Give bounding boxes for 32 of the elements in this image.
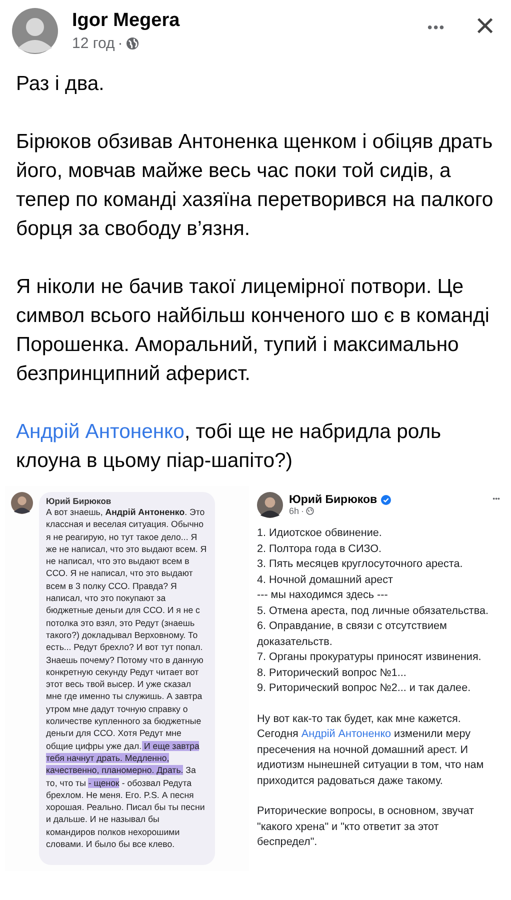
more-button[interactable]: ••• <box>423 18 450 34</box>
globe-icon <box>306 507 314 515</box>
post-paragraph: Раз і два. <box>16 72 106 97</box>
profile-link[interactable]: Андрій Антоненко <box>16 421 184 443</box>
post-time: 6h <box>289 506 300 516</box>
list-line: 7. Органы прокуратуры приносят извинения. <box>257 650 482 665</box>
post-paragraph: Риторические вопросы, в основном, звучат "какого хрена" и "кто ответит за этот беспредел". <box>257 804 475 850</box>
list-line: 3. Пять месяцев круглосуточного ареста. <box>257 557 464 572</box>
avatar-icon[interactable] <box>12 8 58 54</box>
post-time[interactable]: 12 год <box>72 34 115 52</box>
list-line: 4. Ночной домашний арест <box>257 572 394 588</box>
list-line: 6. Оправдание, в связи с отсутствием доказательств. <box>257 619 448 650</box>
author-name[interactable]: Igor Megera <box>72 10 424 32</box>
sender-name: Юрий Бирюков <box>46 496 112 506</box>
list-line: 5. Отмена ареста, под личные обязательства. <box>257 604 490 618</box>
avatar-icon <box>11 492 33 514</box>
list-line: 1. Идиотское обвинение. <box>257 526 383 541</box>
list-line: --- мы находимся здесь --- <box>257 588 389 603</box>
post-paragraph: Я ніколи не бачив такої лицемірної потвори. Це символ всього найбільш конченого шо є в команді Порошенка. Аморальний, тупий і максимально безпринципний аферист. <box>16 275 490 387</box>
list-line: 9. Риторический вопрос №2... и так далее. <box>257 681 472 696</box>
close-button[interactable]: × <box>471 8 499 42</box>
author-name: Юрий Бирюков <box>289 494 378 506</box>
globe-icon <box>126 36 139 50</box>
post-paragraph: Бірюков обзивав Антоненка щенком і обіцяв драть його, мовчав майже весь час поки той сидів, а тепер по команді хазяїна перетворився на палкого борця за свободу в’язня. <box>16 130 494 242</box>
list-line: 2. Полтора года в СИЗО. <box>257 542 383 556</box>
message-text: А вот знаешь, Андрій Антоненко. Это классная и веселая ситуация. Обычно я не реагирую, но тут такое дело... Я же не написал, что это выдают всем. Я не написал, что это выдают всем в ССО. Я не написал, что это выдают всем в 3 полку ССО. Правда? Я написал, что это покупают за бюджетные деньги для ССО. И я не с потолка это взял, это Редут (знаешь такого?) докладывал Верховному. То есть... Редут брехло? И вот тут попал. Знаешь почему? Потому что в данную конкретную секунду Редут читает вот этот весь твой высер. И уже сказал мне где именно ты служишь. А завтра утром мне дадут точную справку о количестве купленного за бюджетные деньги для ССО. Хотя Редут мне общие цифры уже дал. И еще завтра тебя начнут драть. Медленно, качественно, планомерно. Драть. За то, что ты - щенок - обозвал Редута брехлом. Не меня. Его. P.S. А песня хорошая. Реально. Писал бы ты песни и дальше. И не называл бы командиров полков нехорошими словами. И было бы все клево. <box>46 506 208 850</box>
list-line: 8. Риторический вопрос №1... <box>257 666 408 680</box>
separator-dot: · <box>118 34 123 52</box>
avatar-icon <box>257 492 283 518</box>
separator-dot: · <box>301 506 304 516</box>
post-paragraph: Ну вот как-то так будет, как мне кажется. Сегодня Андрій Антоненко изменили меру пресечения на ночной домашний арест. И идиотизм нынешней ситуации в том, что нам приходится радоваться даже такому. <box>257 712 485 788</box>
post-paragraph: Андрій Антоненко, тобі ще не набридла роль клоуна в цьому піар-шапіто?) <box>16 420 442 474</box>
